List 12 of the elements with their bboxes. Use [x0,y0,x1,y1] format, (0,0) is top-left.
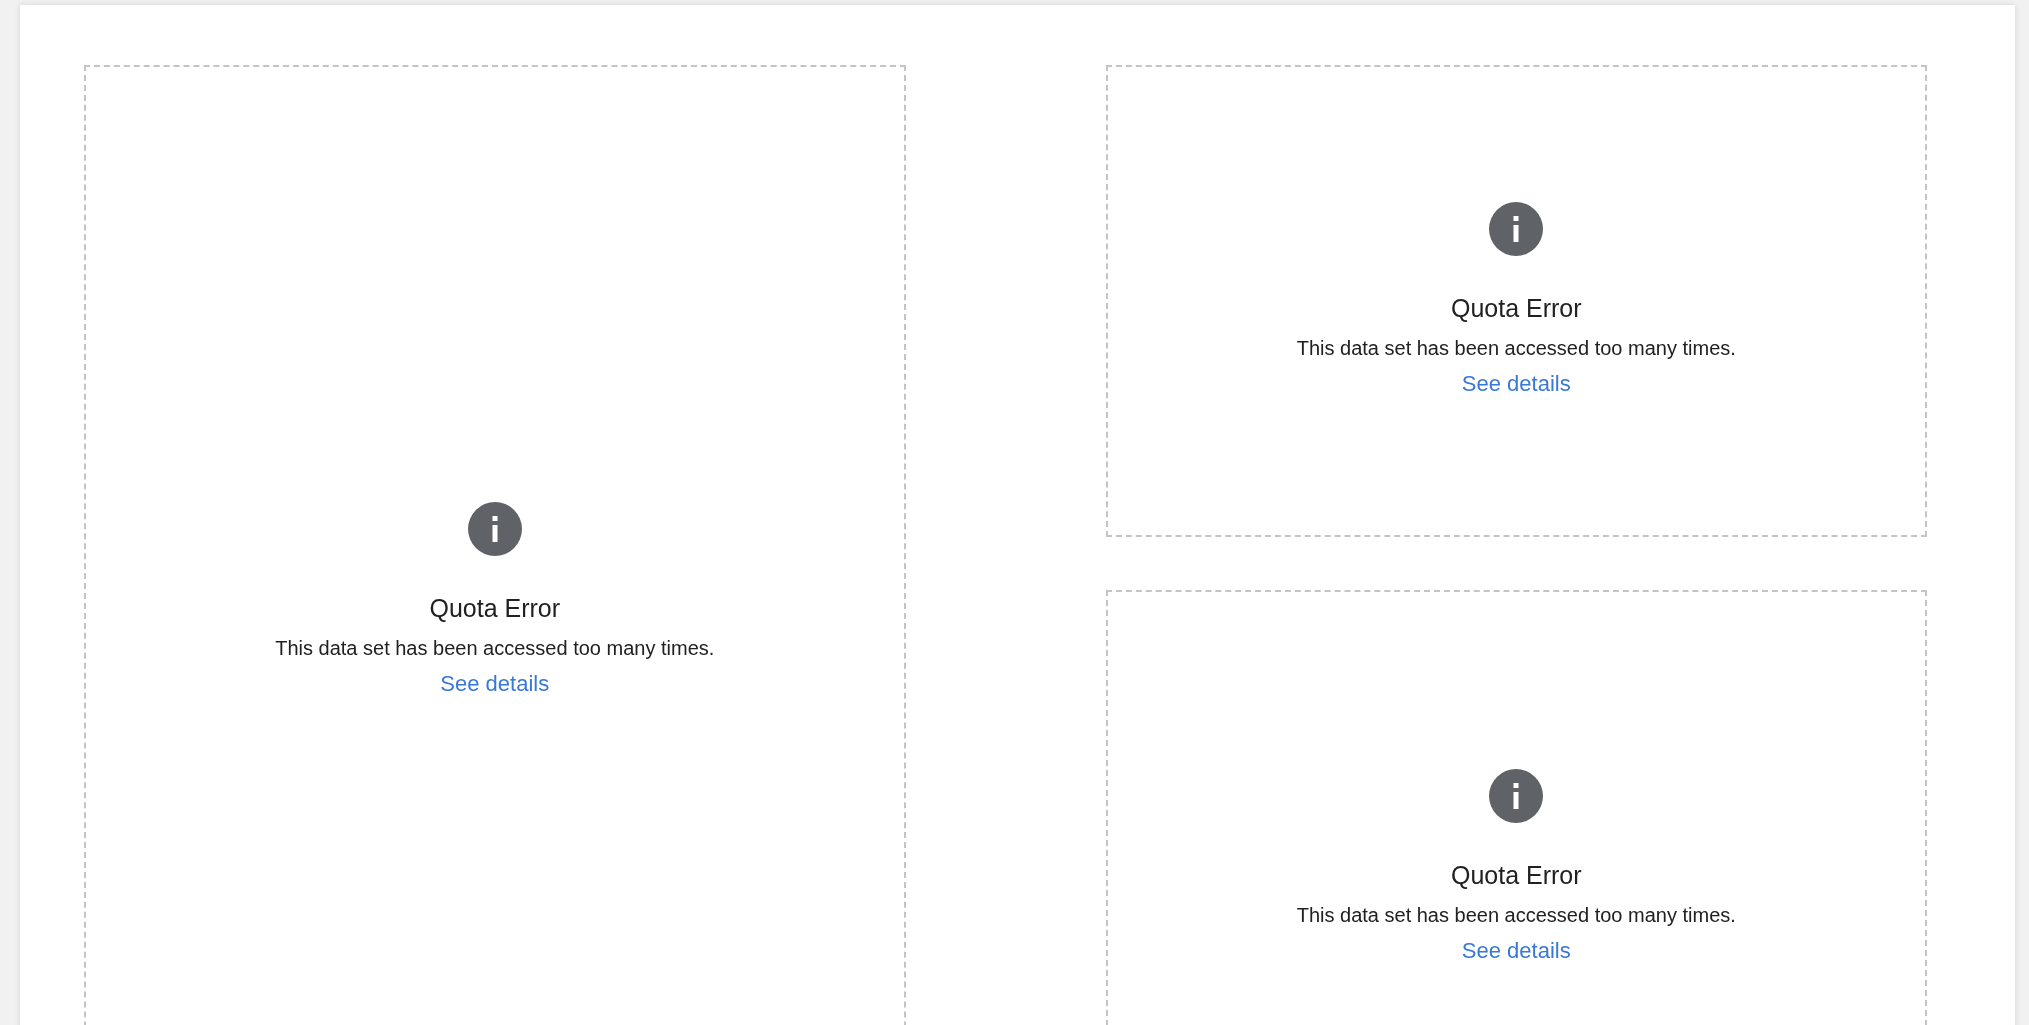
error-message: This data set has been accessed too many times. [275,636,715,662]
error-title: Quota Error [1450,859,1582,891]
see-details-link[interactable]: See details [440,667,550,701]
error-message: This data set has been accessed too many times. [1296,903,1736,929]
error-title: Quota Error [1450,292,1582,324]
see-details-link[interactable]: See details [1461,367,1571,401]
info-icon [1489,201,1544,256]
error-title: Quota Error [429,592,561,624]
info-icon [467,501,522,556]
info-icon [1489,768,1544,823]
see-details-link[interactable]: See details [1461,934,1571,968]
error-message: This data set has been accessed too many times. [1296,336,1736,362]
